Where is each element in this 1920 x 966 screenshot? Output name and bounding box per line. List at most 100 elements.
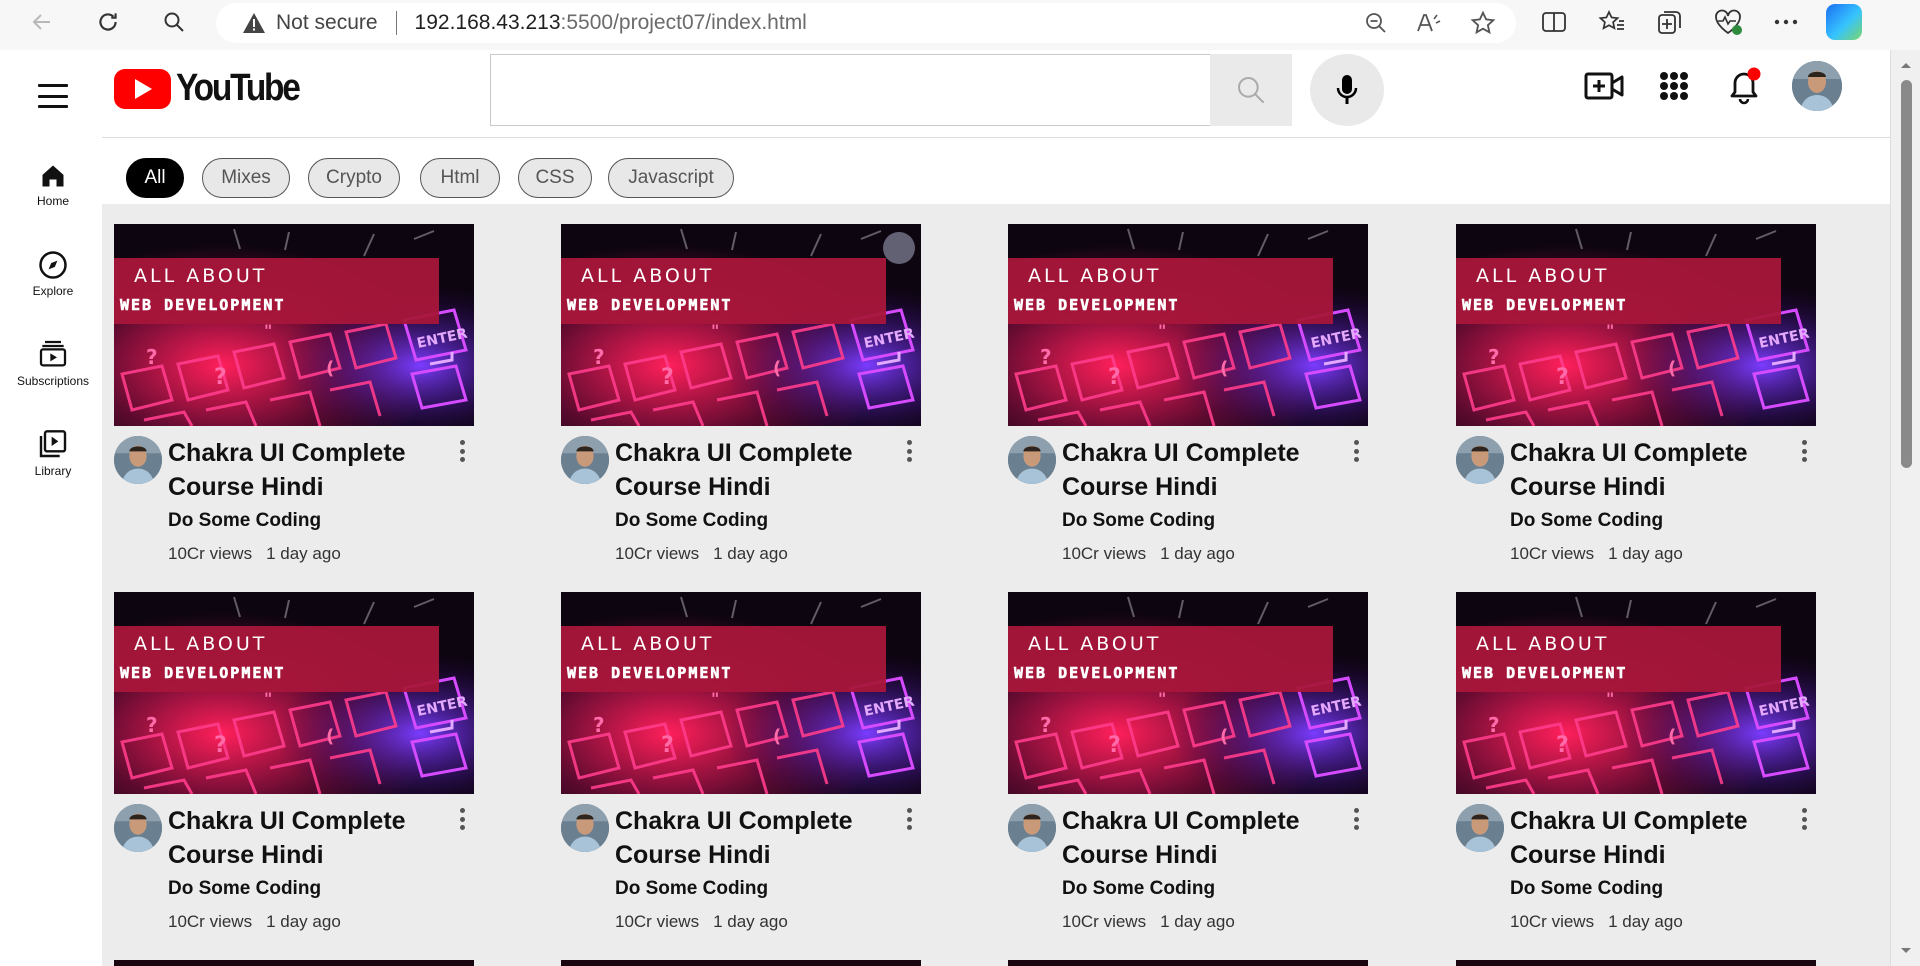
channel-avatar[interactable] bbox=[1008, 436, 1056, 484]
zoom-out-icon[interactable] bbox=[1364, 11, 1388, 35]
video-thumbnail-partial[interactable] bbox=[114, 960, 474, 966]
sidebar-item-subscriptions[interactable]: Subscriptions bbox=[0, 338, 106, 388]
channel-avatar[interactable] bbox=[561, 436, 609, 484]
video-title[interactable]: Chakra UI Complete Course Hindi bbox=[168, 804, 428, 872]
favorites-button[interactable] bbox=[1592, 2, 1632, 42]
channel-avatar[interactable] bbox=[1008, 804, 1056, 852]
apps-button[interactable] bbox=[1652, 64, 1696, 108]
dot bbox=[1801, 457, 1807, 462]
menu-bar bbox=[38, 105, 68, 108]
sidebar-item-explore[interactable]: Explore bbox=[0, 250, 106, 298]
video-thumbnail[interactable]: ? ? " ( ENTER ALL ABOUT WEB DEVELOPMENT bbox=[1456, 224, 1816, 426]
channel-avatar[interactable] bbox=[114, 436, 162, 484]
channel-name[interactable]: Do Some Coding bbox=[168, 510, 321, 532]
svg-text:?: ? bbox=[593, 345, 605, 369]
channel-name[interactable]: Do Some Coding bbox=[615, 878, 768, 900]
notifications-button[interactable] bbox=[1722, 64, 1766, 108]
video-card[interactable]: ? ? " ( ENTER ALL ABOUT WEB DEVELOPMENT … bbox=[1008, 224, 1368, 584]
menu-button[interactable] bbox=[38, 84, 68, 108]
search-button[interactable] bbox=[1210, 54, 1292, 126]
video-thumbnail[interactable]: ? ? " ( ENTER ALL ABOUT WEB DEVELOPMENT bbox=[114, 224, 474, 426]
video-card[interactable]: ? ? " ( ENTER ALL ABOUT WEB DEVELOPMENT … bbox=[114, 592, 474, 952]
channel-name[interactable]: Do Some Coding bbox=[1510, 878, 1663, 900]
channel-avatar[interactable] bbox=[1456, 436, 1504, 484]
channel-avatar[interactable] bbox=[1456, 804, 1504, 852]
refresh-button[interactable] bbox=[86, 0, 130, 44]
more-options-icon[interactable] bbox=[905, 440, 913, 462]
channel-avatar[interactable] bbox=[561, 804, 609, 852]
microphone-icon bbox=[1336, 75, 1358, 104]
channel-name[interactable]: Do Some Coding bbox=[615, 510, 768, 532]
chip-css[interactable]: CSS bbox=[518, 158, 592, 198]
video-title[interactable]: Chakra UI Complete Course Hindi bbox=[168, 436, 428, 504]
video-card[interactable]: ? ? " ( ENTER ALL ABOUT WEB DEVELOPMENT … bbox=[561, 224, 921, 584]
copilot-button[interactable] bbox=[1824, 2, 1864, 42]
dot bbox=[906, 816, 912, 822]
video-card[interactable]: ? ? " ( ENTER ALL ABOUT WEB DEVELOPMENT … bbox=[1456, 224, 1816, 584]
channel-name[interactable]: Do Some Coding bbox=[1062, 878, 1215, 900]
video-thumbnail-partial[interactable] bbox=[1456, 960, 1816, 966]
video-title[interactable]: Chakra UI Complete Course Hindi bbox=[1510, 804, 1770, 872]
menu-bar bbox=[38, 94, 68, 98]
scrollbar-thumb[interactable] bbox=[1901, 80, 1912, 468]
collections-button[interactable] bbox=[1650, 2, 1690, 42]
video-title[interactable]: Chakra UI Complete Course Hindi bbox=[1062, 436, 1322, 504]
dot bbox=[459, 448, 465, 454]
dot bbox=[459, 816, 465, 822]
video-thumbnail-partial[interactable] bbox=[561, 960, 921, 966]
dot bbox=[1353, 816, 1359, 822]
page-scrollbar[interactable] bbox=[1890, 50, 1920, 966]
chip-mixes[interactable]: Mixes bbox=[202, 158, 290, 198]
settings-more-button[interactable] bbox=[1766, 2, 1806, 42]
more-options-icon[interactable] bbox=[1352, 440, 1360, 462]
scroll-up-icon[interactable] bbox=[1891, 58, 1920, 72]
video-card[interactable]: ? ? " ( ENTER ALL ABOUT WEB DEVELOPMENT … bbox=[1008, 592, 1368, 952]
channel-name[interactable]: Do Some Coding bbox=[168, 878, 321, 900]
sidebar-item-library[interactable]: Library bbox=[0, 428, 106, 478]
channel-avatar[interactable] bbox=[114, 804, 162, 852]
video-stats: 10Cr views 1 day ago bbox=[1510, 912, 1683, 932]
more-options-icon[interactable] bbox=[458, 440, 466, 462]
visual-search-icon[interactable] bbox=[883, 232, 915, 264]
search-input[interactable] bbox=[490, 54, 1212, 126]
chip-crypto[interactable]: Crypto bbox=[308, 158, 400, 198]
more-options-icon[interactable] bbox=[458, 808, 466, 830]
sidebar-item-home[interactable]: Home bbox=[0, 162, 106, 208]
create-video-button[interactable] bbox=[1582, 64, 1626, 108]
video-title[interactable]: Chakra UI Complete Course Hindi bbox=[615, 436, 875, 504]
video-card[interactable]: ? ? " ( ENTER ALL ABOUT WEB DEVELOPMENT … bbox=[561, 592, 921, 952]
video-title[interactable]: Chakra UI Complete Course Hindi bbox=[1062, 804, 1322, 872]
video-thumbnail[interactable]: ? ? " ( ENTER ALL ABOUT WEB DEVELOPMENT bbox=[561, 592, 921, 794]
video-thumbnail[interactable]: ? ? " ( ENTER ALL ABOUT WEB DEVELOPMENT bbox=[561, 224, 921, 426]
video-thumbnail[interactable]: ? ? " ( ENTER ALL ABOUT WEB DEVELOPMENT bbox=[1456, 592, 1816, 794]
favorite-star-icon[interactable] bbox=[1470, 10, 1496, 36]
browser-essentials-button[interactable] bbox=[1708, 2, 1748, 42]
chip-all[interactable]: All bbox=[126, 158, 184, 198]
video-title[interactable]: Chakra UI Complete Course Hindi bbox=[1510, 436, 1770, 504]
video-thumbnail[interactable]: ? ? " ( ENTER ALL ABOUT WEB DEVELOPMENT bbox=[114, 592, 474, 794]
chip-javascript[interactable]: Javascript bbox=[608, 158, 734, 198]
video-card[interactable]: ? ? " ( ENTER ALL ABOUT WEB DEVELOPMENT … bbox=[1456, 592, 1816, 952]
more-options-icon[interactable] bbox=[905, 808, 913, 830]
youtube-logo[interactable]: YouTube bbox=[114, 67, 315, 110]
video-card[interactable]: ? ? " ( ENTER ALL ABOUT WEB DEVELOPMENT … bbox=[114, 224, 474, 584]
channel-name[interactable]: Do Some Coding bbox=[1510, 510, 1663, 532]
more-options-icon[interactable] bbox=[1800, 808, 1808, 830]
scroll-down-icon[interactable] bbox=[1891, 944, 1920, 958]
video-thumbnail-partial[interactable] bbox=[1008, 960, 1368, 966]
video-title[interactable]: Chakra UI Complete Course Hindi bbox=[615, 804, 875, 872]
more-options-icon[interactable] bbox=[1352, 808, 1360, 830]
address-bar[interactable]: Not secure 192.168.43.213:5500/project07… bbox=[216, 3, 1516, 43]
channel-name[interactable]: Do Some Coding bbox=[1062, 510, 1215, 532]
read-aloud-icon[interactable] bbox=[1416, 11, 1442, 35]
back-button[interactable] bbox=[20, 0, 64, 44]
chip-html[interactable]: Html bbox=[420, 158, 500, 198]
browser-search-button[interactable] bbox=[152, 0, 196, 44]
voice-search-button[interactable] bbox=[1310, 54, 1384, 126]
video-thumbnail[interactable]: ? ? " ( ENTER ALL ABOUT WEB DEVELOPMENT bbox=[1008, 592, 1368, 794]
thumbnail-image: ? ? " ( ENTER ALL ABOUT WEB DEVELOPMENT bbox=[1008, 224, 1368, 426]
split-screen-button[interactable] bbox=[1534, 2, 1574, 42]
account-avatar[interactable] bbox=[1792, 61, 1842, 111]
video-thumbnail[interactable]: ? ? " ( ENTER ALL ABOUT WEB DEVELOPMENT bbox=[1008, 224, 1368, 426]
more-options-icon[interactable] bbox=[1800, 440, 1808, 462]
